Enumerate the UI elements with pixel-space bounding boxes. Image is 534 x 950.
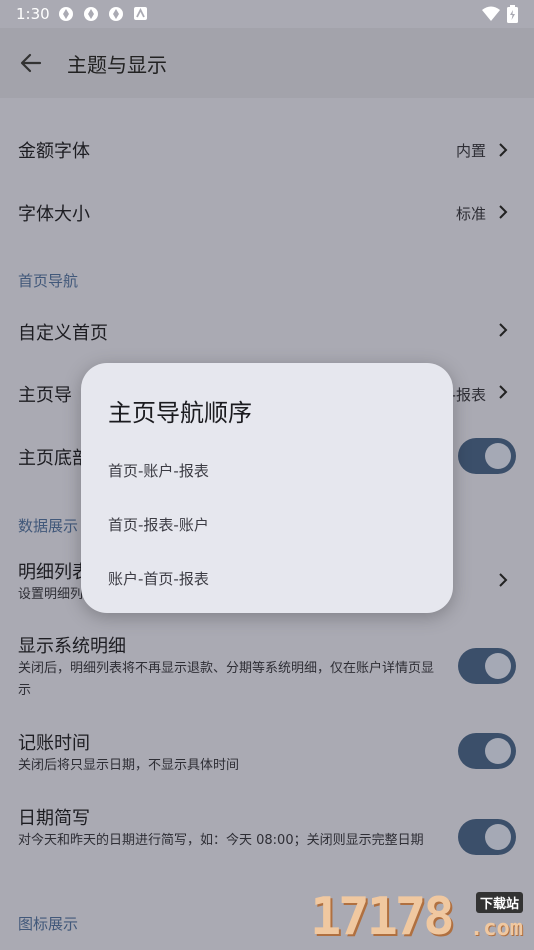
status-bar: 1:30 [0,0,534,28]
setting-label: 字体大小 [18,204,90,225]
section-header-icon-display: 图标展示 [18,915,79,933]
show-system-detail-toggle[interactable] [458,648,516,684]
watermark-main: 17178 [310,887,455,947]
setting-label: 日期简写 [18,808,90,829]
setting-description: 对今天和昨天的日期进行简写，如：今天 08:00；关闭则显示完整日期 [18,833,424,848]
setting-label: 主页导 [18,385,72,406]
app-notification-icon [109,7,123,21]
dialog-option[interactable]: 账户-首页-报表 [108,568,209,589]
chevron-right-icon [499,323,508,337]
toggle-knob [485,824,511,850]
setting-label: 显示系统明细 [18,636,126,657]
setting-show-system-detail: 显示系统明细 关闭后，明细列表将不再显示退款、分期等系统明细，仅在账户详情页显示 [0,630,534,706]
toggle-knob [485,738,511,764]
wifi-icon [482,6,500,21]
chevron-right-icon [499,205,508,219]
date-short-toggle[interactable] [458,819,516,855]
setting-value: 内置 [455,142,486,160]
dialog-option[interactable]: 首页-报表-账户 [108,514,209,535]
setting-label: 明细列表 [18,562,90,583]
chevron-right-icon [499,573,508,587]
section-header-home-nav: 首页导航 [18,272,79,290]
setting-label: 主页底部 [18,448,90,469]
setting-date-short: 日期简写 对今天和昨天的日期进行简写，如：今天 08:00；关闭则显示完整日期 [0,802,534,878]
watermark-tag: 下载站 [476,892,524,913]
app-notification-icon [59,7,73,21]
app-notification-icon [84,7,98,21]
page-title: 主题与显示 [67,53,167,77]
setting-description: 关闭后，明细列表将不再显示退款、分期等系统明细，仅在账户详情页显示 [18,661,435,698]
setting-custom-home[interactable]: 自定义首页 [0,312,534,352]
setting-value: 标准 [455,205,486,223]
app-bar: 主题与显示 [0,28,534,98]
record-time-toggle[interactable] [458,733,516,769]
setting-description: 关闭后将只显示日期，不显示具体时间 [18,758,240,773]
chevron-right-icon [499,385,508,399]
battery-icon [507,5,518,23]
bottom-nav-toggle[interactable] [458,438,516,474]
keyboard-icon [134,7,147,20]
status-time: 1:30 [16,5,50,23]
setting-font-size[interactable]: 字体大小 标准 [0,192,534,232]
site-watermark-logo: 17178 下载站 .com [310,886,532,948]
nav-order-dialog: 主页导航顺序 首页-账户-报表 首页-报表-账户 账户-首页-报表 [81,363,453,613]
toggle-knob [485,443,511,469]
watermark-suffix: .com [470,916,523,941]
back-arrow-icon[interactable] [18,50,44,76]
toggle-knob [485,653,511,679]
setting-record-time: 记账时间 关闭后将只显示日期，不显示具体时间 [0,727,534,779]
setting-label: 记账时间 [18,733,90,754]
section-header-data-display: 数据展示 [18,517,79,535]
dialog-title: 主页导航顺序 [108,399,252,427]
setting-label: 自定义首页 [18,323,108,344]
setting-value: -报表 [450,386,486,404]
setting-label: 金额字体 [18,141,90,162]
dialog-option[interactable]: 首页-账户-报表 [108,460,209,481]
setting-amount-font[interactable]: 金额字体 内置 [0,130,534,170]
chevron-right-icon [499,143,508,157]
